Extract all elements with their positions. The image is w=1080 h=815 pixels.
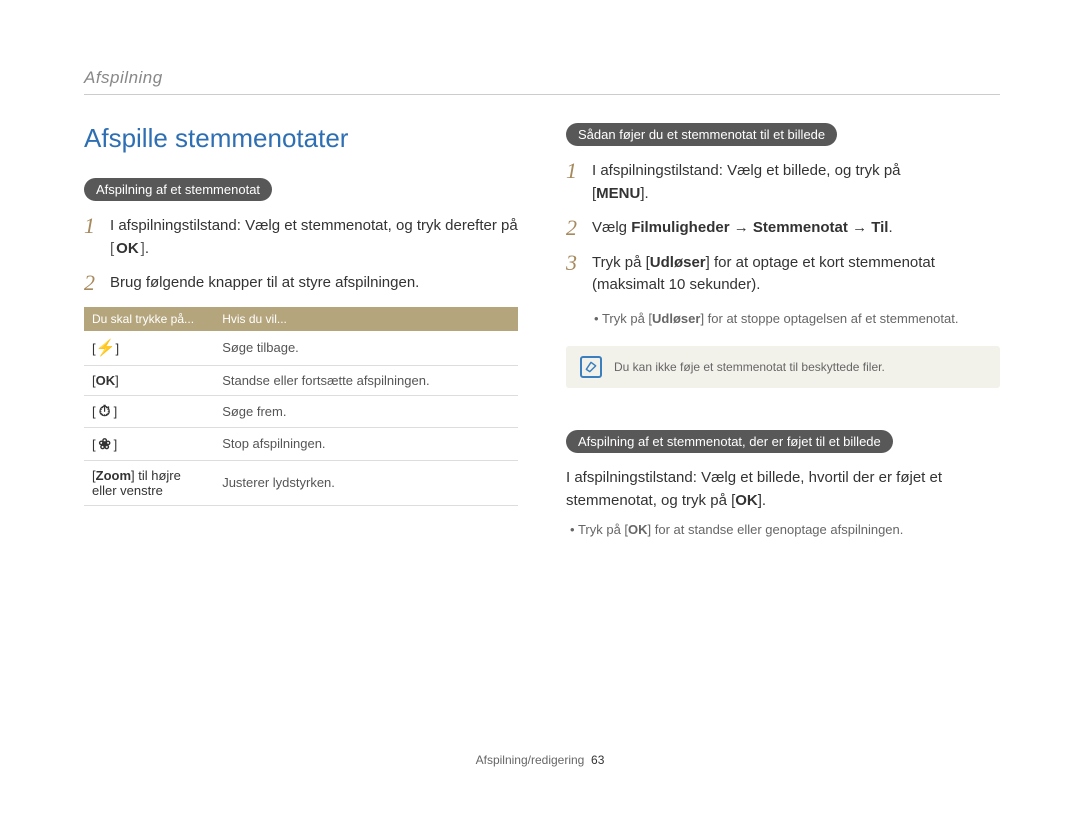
para-play-attached: I afspilningstilstand: Vælg et billede, … [566, 467, 1000, 512]
bracket: ]. [640, 185, 648, 202]
step-number: 2 [566, 217, 582, 239]
r-step3-a: Tryk på [ [592, 254, 650, 271]
note-icon [580, 356, 602, 378]
right-column: Sådan føjer du et stemmenotat til et bil… [566, 123, 1000, 540]
page-title: Afspille stemmenotater [84, 123, 518, 154]
bracket: ] [115, 373, 119, 388]
arrow-icon: → [730, 219, 753, 236]
table-row: [Zoom] til højre eller venstre Justerer … [84, 460, 518, 505]
table-header-press: Du skal trykke på... [84, 307, 214, 331]
step-1: 1 I afspilningstilstand: Vælg et stemmen… [84, 215, 518, 260]
step-2-text: Brug følgende knapper til at styre afspi… [110, 272, 518, 295]
note-text: Du kan ikke føje et stemmenotat til besk… [614, 360, 885, 374]
section-pill-playback-memo: Afspilning af et stemmenotat [84, 178, 272, 201]
r-step2-e: . [888, 219, 892, 236]
r-step-1: 1 I afspilningstilstand: Vælg et billede… [566, 160, 1000, 205]
table-row: [⚡] Søge tilbage. [84, 331, 518, 366]
ok-label: OK [735, 492, 758, 509]
table-row: [⏱] Søge frem. [84, 395, 518, 427]
page-footer: Afspilning/redigering 63 [0, 753, 1080, 767]
row-desc: Standse eller fortsætte afspilningen. [214, 365, 518, 395]
row-desc: Søge frem. [214, 395, 518, 427]
step-number: 1 [566, 160, 582, 182]
self-timer-icon: ⏱ [96, 403, 114, 420]
r-step2-c: Stemmenotat [753, 219, 848, 236]
shutter-label: Udløser [650, 254, 706, 271]
arrow-icon: → [848, 219, 871, 236]
row-desc: Stop afspilningen. [214, 427, 518, 460]
table-row: [OK] Standse eller fortsætte afspilninge… [84, 365, 518, 395]
r-step2-d: Til [871, 219, 888, 236]
left-column: Afspille stemmenotater Afspilning af et … [84, 123, 518, 540]
section-pill-add-memo: Sådan føjer du et stemmenotat til et bil… [566, 123, 837, 146]
bracket: ] [114, 437, 118, 452]
step-number: 2 [84, 272, 100, 294]
step-number: 3 [566, 252, 582, 274]
table-header-to: Hvis du vil... [214, 307, 518, 331]
row-desc: Justerer lydstyrken. [214, 460, 518, 505]
macro-flower-icon: ❀ [96, 435, 114, 453]
zoom-label: Zoom [96, 468, 131, 483]
bracket: ] [116, 341, 120, 356]
ok-icon: OK [96, 373, 116, 388]
footer-label: Afspilning/redigering [476, 753, 585, 767]
row-desc: Søge tilbage. [214, 331, 518, 366]
bullet2-a: Tryk på [ [578, 522, 628, 537]
r-step-2: 2 Vælg Filmuligheder → Stemmenotat → Til… [566, 217, 1000, 240]
bracket: ] [114, 404, 118, 419]
para-b: ]. [758, 492, 766, 509]
bullet-a: Tryk på [ [602, 311, 652, 326]
table-row: [❀] Stop afspilningen. [84, 427, 518, 460]
controls-table: Du skal trykke på... Hvis du vil... [⚡] … [84, 307, 518, 506]
breadcrumb: Afspilning [84, 68, 1000, 95]
step-number: 1 [84, 215, 100, 237]
step-2: 2 Brug følgende knapper til at styre afs… [84, 272, 518, 295]
ok-label: OK [116, 238, 139, 261]
r-step2-b: Filmuligheder [631, 219, 729, 236]
step-1-text-b: . [145, 240, 149, 257]
r-step2-a: Vælg [592, 219, 631, 236]
ok-label: OK [628, 522, 648, 537]
shutter-label: Udløser [652, 311, 700, 326]
page-number: 63 [591, 753, 604, 767]
ok-button-ref: OK [110, 238, 145, 261]
bullet-stop-record: Tryk på [Udløser] for at stoppe optagels… [594, 309, 1000, 329]
flash-icon: ⚡ [96, 338, 116, 358]
r-step-3: 3 Tryk på [Udløser] for at optage et kor… [566, 252, 1000, 297]
bullet2-b: ] for at standse eller genoptage afspiln… [648, 522, 904, 537]
bullet-c: ] for at stoppe optagelsen af et stemmen… [700, 311, 958, 326]
r-step1-a: I afspilningstilstand: Vælg et billede, … [592, 162, 901, 179]
note-box: Du kan ikke føje et stemmenotat til besk… [566, 346, 1000, 388]
bullet-pause-resume: Tryk på [OK] for at standse eller genopt… [570, 520, 1000, 540]
step-1-text-a: I afspilningstilstand: Vælg et stemmenot… [110, 217, 518, 234]
section-pill-play-attached: Afspilning af et stemmenotat, der er føj… [566, 430, 893, 453]
menu-button-ref: MENU [596, 185, 640, 202]
